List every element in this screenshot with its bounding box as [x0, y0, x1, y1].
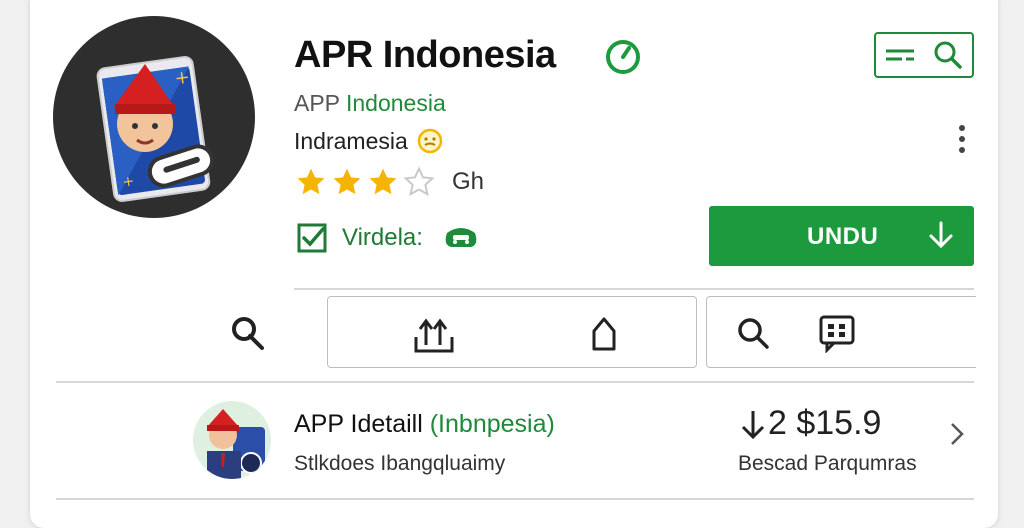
badge-label: Virdela: [342, 224, 423, 251]
svg-text:+: + [173, 67, 191, 90]
list-item-title[interactable]: APP Idetaill (Inbnpesia) [294, 410, 555, 439]
filter-icon [886, 49, 914, 61]
list-item-price: 2 $15.9 [740, 404, 881, 443]
rating-count: Gh [452, 168, 485, 195]
search-icon [934, 41, 962, 69]
list-item-subtitle: Stlkdoes Ibangqluaimy [294, 452, 506, 475]
filter-search-button[interactable] [874, 32, 974, 78]
chat-icon[interactable] [817, 313, 857, 353]
bookmark-icon[interactable] [584, 313, 624, 353]
more-vert-icon[interactable] [952, 123, 972, 155]
checkbox-checked-icon [297, 223, 327, 253]
download-icon [929, 221, 953, 249]
region-row: Indramesia [294, 127, 444, 155]
list-item-price-sub: Bescad Parqumras [738, 452, 917, 475]
tools-bar [706, 296, 976, 368]
divider [294, 288, 974, 290]
app-icon[interactable]: + + [53, 16, 255, 218]
verified-check-icon [606, 40, 640, 74]
star-filled-icon [333, 168, 361, 195]
star-empty-icon [403, 166, 435, 197]
search-icon[interactable] [228, 314, 268, 354]
list-item-title-main: APP Idetaill [294, 410, 430, 438]
install-button[interactable]: UNDU [709, 206, 974, 266]
star-filled-icon [369, 168, 397, 195]
divider [56, 381, 974, 383]
divider [56, 498, 974, 500]
rating-row: Gh [294, 166, 484, 198]
install-label: UNDU [807, 223, 879, 250]
search-icon[interactable] [735, 315, 771, 351]
arrow-down-icon [741, 410, 765, 439]
star-filled-icon [297, 168, 325, 195]
list-item-avatar[interactable] [193, 401, 271, 479]
region-label: Indramesia [294, 127, 408, 154]
list-item-title-paren: (Inbnpesia) [429, 410, 555, 438]
developer-name[interactable]: APP Indonesia [294, 90, 446, 117]
developer-prefix: APP [294, 90, 346, 116]
svg-text:+: + [121, 173, 135, 190]
list-item-price-value: 2 $15.9 [768, 404, 882, 442]
app-title: APR Indonesia [294, 34, 556, 76]
developer-brand: Indonesia [346, 90, 446, 116]
chevron-right-icon[interactable] [948, 420, 966, 448]
badge-row: Virdela: [296, 222, 479, 254]
share-actions-bar [327, 296, 697, 368]
share-icon[interactable] [412, 315, 456, 353]
smile-icon [417, 128, 443, 154]
gamepad-icon [445, 228, 477, 247]
